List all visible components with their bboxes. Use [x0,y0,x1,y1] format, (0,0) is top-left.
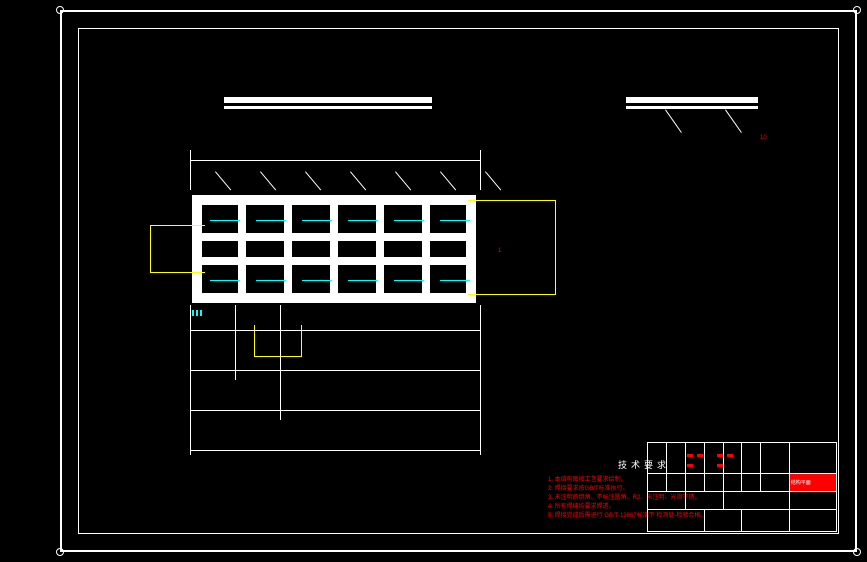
dim-top [190,160,480,161]
dim-line-3 [190,410,480,411]
cyan-bottom-mark [200,310,202,316]
top-section-label: 10 [760,135,767,141]
dim-line-2 [190,370,480,371]
cyan-bottom-mark [196,310,198,316]
dim-v-top-2 [480,150,481,190]
cyan-mark [302,280,332,281]
cyan-mark [210,280,240,281]
top-section-bar-2 [626,97,758,103]
cyan-mark [256,280,286,281]
cyan-mark [394,280,424,281]
top-section-bar-2b [626,106,758,109]
drawing-name-cell: 结构平面 [789,474,836,492]
cyan-mark [256,220,286,221]
cyan-mark [302,220,332,221]
grid-label-right: 1 [498,248,501,254]
beam-v-1 [238,195,246,303]
cyan-mark [394,220,424,221]
yellow-overlay-left [150,225,205,273]
cyan-mark [440,280,470,281]
dim-line-1 [190,330,480,331]
beam-v-5 [422,195,430,303]
dim-line-4 [190,450,480,451]
dim-v-4 [480,305,481,455]
structural-grid [192,195,476,303]
cyan-mark [440,220,470,221]
yellow-overlay-right [468,200,556,295]
cyan-mark [348,280,378,281]
tech-req-line-2: 2. 焊接要求按GB/T标准执行。 [548,483,629,492]
beam-v-4 [376,195,384,303]
tech-req-line-1: 1. 本结构图按工艺要求绘制。 [548,474,627,483]
top-section-bar-1b [224,106,432,109]
beam-v-2 [284,195,292,303]
cad-canvas[interactable]: 10 [0,0,867,562]
cyan-mark [348,220,378,221]
dim-v-3 [280,305,281,420]
cyan-mark [210,220,240,221]
corner-mark-bl [56,548,64,556]
top-section-bar-1 [224,97,432,103]
cyan-bottom-mark [192,310,194,316]
dim-v-1 [190,305,191,455]
corner-mark-tr [853,6,861,14]
dim-v-top-1 [190,150,191,190]
corner-mark-br [853,548,861,556]
titleblock-red-marks [687,454,767,472]
beam-v-3 [330,195,338,303]
tech-req-line-4: 4. 所有焊缝均要求焊透。 [548,501,615,510]
corner-mark-tl [56,6,64,14]
dim-v-2 [235,305,236,380]
